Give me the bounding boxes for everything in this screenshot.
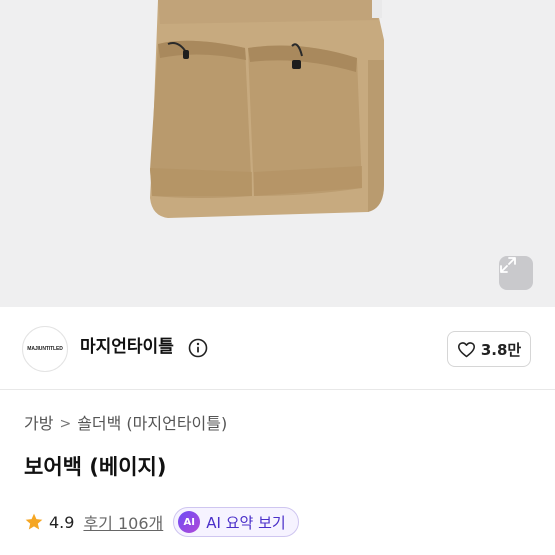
- breadcrumb: 가방 > 숄더백 (마지언타이틀): [24, 413, 227, 435]
- shop-name[interactable]: 마지언타이틀: [80, 335, 174, 359]
- expand-icon: [500, 257, 516, 273]
- ai-summary-label: AI 요약 보기: [206, 513, 286, 532]
- ai-badge-icon: AI: [178, 511, 201, 533]
- rating-value: 4.9: [49, 512, 75, 532]
- heart-icon: [457, 341, 475, 357]
- reviews-link[interactable]: 후기 106개: [83, 510, 163, 534]
- favorite-shop-button[interactable]: 3.8만: [447, 331, 531, 367]
- breadcrumb-item-shoulder-bag[interactable]: 숄더백 (마지언타이틀): [77, 413, 227, 435]
- shop-logo[interactable]: MAJIUNTITLED: [22, 326, 68, 372]
- star-icon: [25, 513, 43, 530]
- bag-illustration: [150, 0, 384, 218]
- rating-row: 4.9 후기 106개 AI AI 요약 보기: [24, 507, 299, 537]
- favorite-count: 3.8만: [480, 340, 522, 359]
- shop-logo-text: MAJIUNTITLED: [27, 346, 63, 352]
- shop-row: MAJIUNTITLED 마지언타이틀 3.8만: [0, 307, 555, 390]
- breadcrumb-item-bag[interactable]: 가방: [24, 413, 53, 435]
- zoom-button[interactable]: [499, 256, 533, 290]
- product-image[interactable]: [0, 0, 555, 307]
- ai-summary-button[interactable]: AI AI 요약 보기: [173, 507, 299, 537]
- product-title: 보어백 (베이지): [24, 455, 167, 479]
- chevron-right-icon: >: [59, 416, 72, 432]
- info-icon[interactable]: [188, 338, 208, 358]
